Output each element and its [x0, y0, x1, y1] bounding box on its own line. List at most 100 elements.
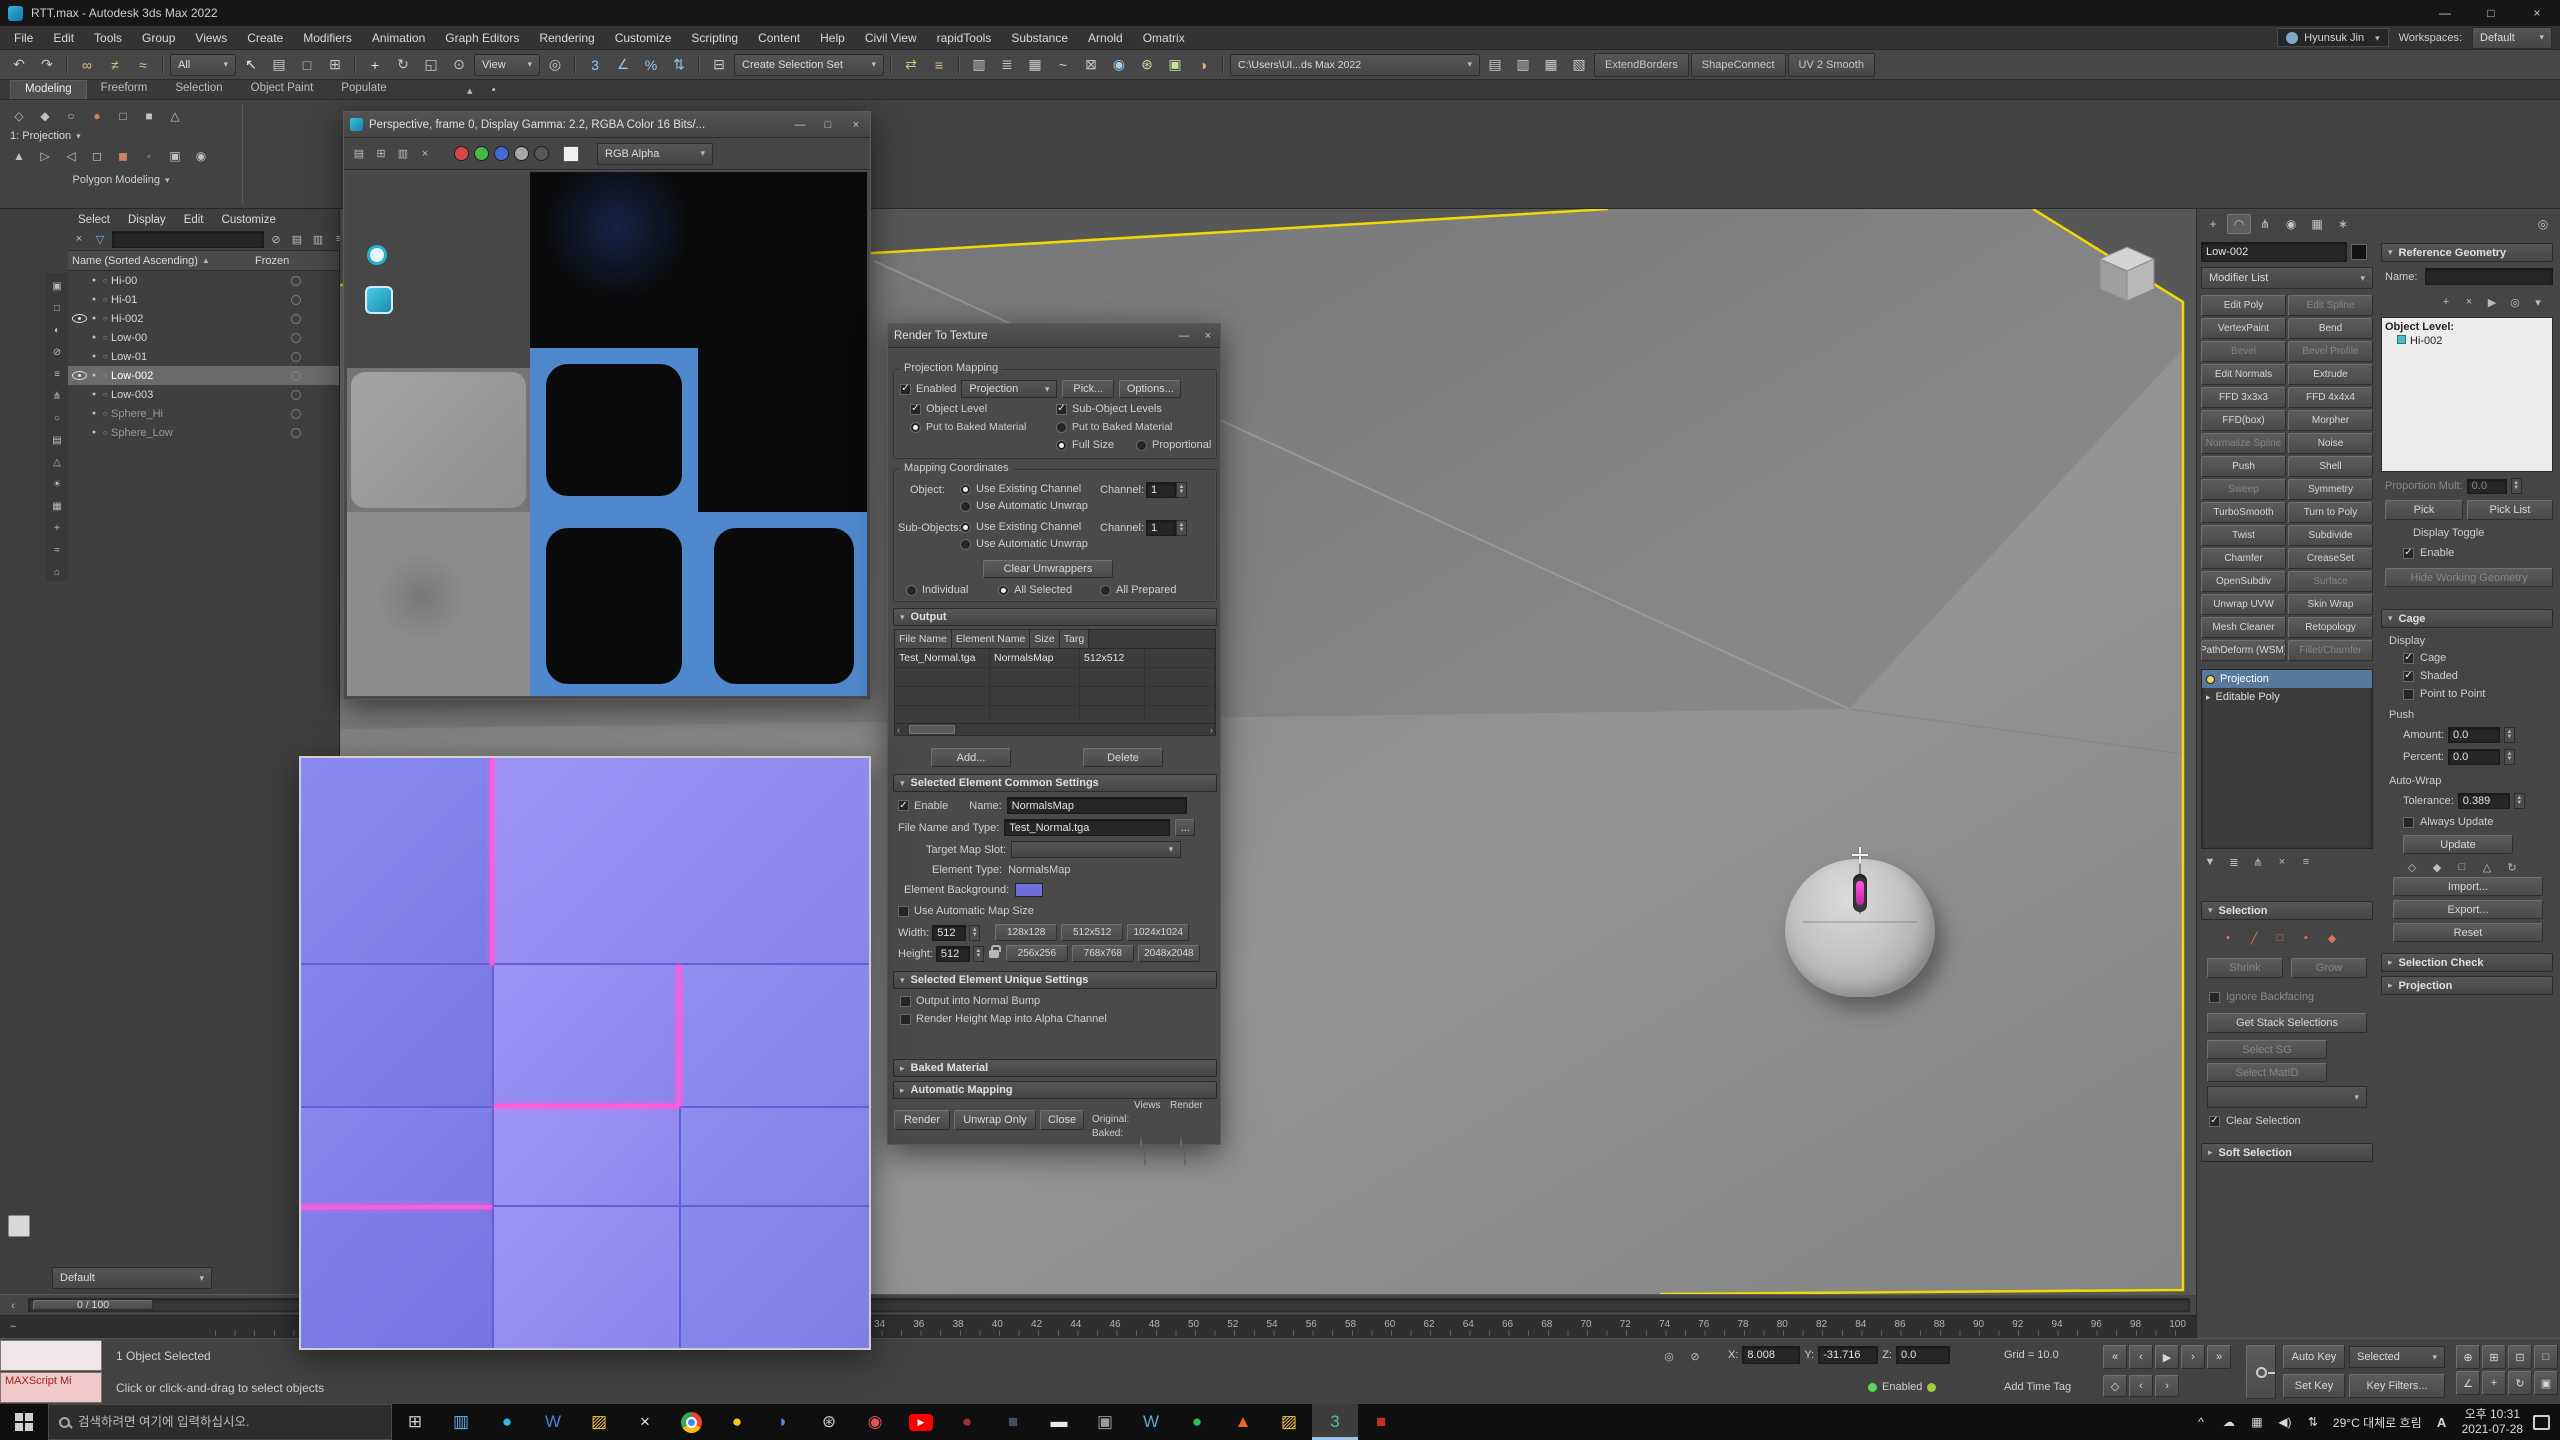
ribbon-tool-icon[interactable]: ◆: [32, 104, 58, 128]
view-mode-icon[interactable]: ▥: [309, 230, 327, 248]
minimize-button[interactable]: —: [2422, 0, 2468, 26]
go-start-button[interactable]: «: [2103, 1345, 2127, 1369]
always-update-checkbox[interactable]: [2403, 817, 2414, 828]
select-move-icon[interactable]: +: [362, 52, 388, 78]
shapeconnect-button[interactable]: ShapeConnect: [1691, 53, 1786, 77]
wordpress-app-icon[interactable]: W: [1128, 1404, 1174, 1440]
onedrive-icon[interactable]: ☁: [2219, 1415, 2239, 1429]
ribbon-tool-icon[interactable]: ◦: [136, 144, 162, 168]
row-sphere-low[interactable]: ● ○ Sphere_Low: [68, 423, 339, 442]
zoom-region-icon[interactable]: □: [2534, 1345, 2558, 1369]
tolerance-field[interactable]: [2458, 793, 2510, 809]
projection-modifier-dropdown[interactable]: Projection: [961, 380, 1057, 398]
tolerance-spinner[interactable]: [2514, 793, 2525, 809]
rtt-title-bar[interactable]: Render To Texture — ×: [888, 324, 1220, 348]
explorer-search-input[interactable]: [112, 231, 264, 248]
explorer-menu-item[interactable]: Display: [120, 212, 174, 228]
output-row[interactable]: Test_Normal.tgaNormalsMap512x512: [895, 649, 1215, 668]
sort-mode-icon[interactable]: ≡: [48, 365, 66, 383]
tab-freeform[interactable]: Freeform: [87, 80, 162, 99]
select-sg-button[interactable]: Select SG: [2207, 1040, 2327, 1059]
modifier-button[interactable]: Edit Poly: [2201, 295, 2286, 316]
youtube-app-icon[interactable]: ▶: [898, 1404, 944, 1440]
fov-icon[interactable]: ∠: [2456, 1371, 2480, 1395]
cage-vertex-icon[interactable]: ◇: [2403, 858, 2421, 876]
snaps-toggle-icon[interactable]: 3: [582, 52, 608, 78]
reference-geometry-rollout-header[interactable]: Reference Geometry: [2381, 243, 2553, 262]
zoom-all-icon[interactable]: ⊞: [2482, 1345, 2506, 1369]
mouse-object[interactable]: [1785, 859, 1935, 997]
modifier-button[interactable]: Skin Wrap: [2288, 594, 2373, 615]
angle-snap-icon[interactable]: ∠: [610, 52, 636, 78]
orbit-icon[interactable]: ↻: [2508, 1371, 2532, 1395]
size-preset-button[interactable]: 1024x1024: [1127, 924, 1189, 941]
modifier-button[interactable]: Unwrap UVW: [2201, 594, 2286, 615]
modifier-button[interactable]: Fillet/Chamfer: [2288, 640, 2373, 661]
reference-geometry-list[interactable]: Object Level: Hi-002: [2381, 317, 2553, 472]
ignore-backfacing-checkbox[interactable]: [2209, 992, 2220, 1003]
zoom-icon[interactable]: ⊕: [2456, 1345, 2480, 1369]
modifier-button[interactable]: VertexPaint: [2201, 318, 2286, 339]
size-preset-button[interactable]: 2048x2048: [1138, 945, 1200, 962]
object-color-swatch[interactable]: [2351, 244, 2367, 260]
link-icon[interactable]: ∞: [74, 52, 100, 78]
ribbon-toggle-icon[interactable]: ▦: [1022, 52, 1048, 78]
render-setup-icon[interactable]: ⊛: [1134, 52, 1160, 78]
common-settings-rollout-header[interactable]: Selected Element Common Settings: [893, 774, 1217, 792]
normal-map-window[interactable]: [299, 756, 871, 1350]
object-filter-icon[interactable]: ○: [48, 409, 66, 427]
motion-tab-icon[interactable]: ◉: [2279, 214, 2303, 234]
row-low-003[interactable]: ● ○ Low-003: [68, 385, 339, 404]
mirror-icon[interactable]: ⇄: [898, 52, 924, 78]
scroll-left-icon[interactable]: ‹: [897, 725, 900, 735]
size-preset-button[interactable]: 768x768: [1072, 945, 1134, 962]
matid-dropdown[interactable]: [2207, 1086, 2367, 1108]
menu-item[interactable]: Rendering: [529, 26, 604, 49]
project-folder-dropdown[interactable]: C:\Users\UI...ds Max 2022: [1230, 54, 1480, 76]
redo-icon[interactable]: ↷: [34, 52, 60, 78]
update-button[interactable]: Update: [2403, 835, 2513, 854]
cage-checkbox[interactable]: [2403, 653, 2414, 664]
window-crossing-icon[interactable]: ⊞: [322, 52, 348, 78]
maxscript-mini-listener[interactable]: MAXScript Mi: [0, 1372, 102, 1403]
baked-views-radio[interactable]: [1144, 1151, 1146, 1165]
cage-edge-icon[interactable]: ◆: [2428, 858, 2446, 876]
camera-filter-icon[interactable]: ▦: [48, 497, 66, 515]
custom-tool-icon-1[interactable]: ▥: [1510, 52, 1536, 78]
save-image-icon[interactable]: ▤: [350, 145, 368, 163]
rendered-frame-window[interactable]: Perspective, frame 0, Display Gamma: 2.2…: [343, 111, 871, 700]
ribbon-tool-icon[interactable]: ○: [58, 104, 84, 128]
maximize-viewport-icon[interactable]: ▣: [2534, 1371, 2558, 1395]
pick-button[interactable]: Pick: [2385, 500, 2463, 520]
green-app-icon[interactable]: ●: [1174, 1404, 1220, 1440]
modifier-button[interactable]: Shell: [2288, 456, 2373, 477]
baked-material-rollout-header[interactable]: Baked Material: [893, 1059, 1217, 1077]
taskbar-search[interactable]: [48, 1404, 392, 1440]
red-channel-icon[interactable]: [454, 146, 469, 161]
rect-selection-region-icon[interactable]: □: [294, 52, 320, 78]
ref-name-field[interactable]: [2425, 268, 2553, 285]
point-to-point-checkbox[interactable]: [2403, 689, 2414, 700]
helper-filter-icon[interactable]: +: [48, 519, 66, 537]
selected-key-dropdown[interactable]: Selected: [2349, 1346, 2445, 1368]
row-low-01[interactable]: ● ○ Low-01: [68, 347, 339, 366]
modifier-button[interactable]: Noise: [2288, 433, 2373, 454]
ime-indicator[interactable]: A: [2432, 1415, 2452, 1430]
menu-item[interactable]: File: [4, 26, 43, 49]
clone-rendering-icon[interactable]: ⊞: [372, 145, 390, 163]
create-tab-icon[interactable]: +: [2201, 214, 2225, 234]
hide-working-geometry-button[interactable]: Hide Working Geometry: [2385, 568, 2553, 587]
settings-app-icon[interactable]: ⊛: [806, 1404, 852, 1440]
ribbon-tool-icon[interactable]: ▣: [162, 144, 188, 168]
explorer-menu-item[interactable]: Customize: [214, 212, 284, 228]
rfw-title-bar[interactable]: Perspective, frame 0, Display Gamma: 2.2…: [344, 112, 870, 138]
ribbon-tool-icon[interactable]: ▷: [32, 144, 58, 168]
ribbon-config-icon[interactable]: ▪: [485, 81, 503, 99]
push-amount-field[interactable]: [2448, 727, 2500, 743]
select-placement-icon[interactable]: ⊙: [446, 52, 472, 78]
output-column-header[interactable]: Element Name: [952, 630, 1030, 648]
pin-stack-icon[interactable]: ▼: [2201, 853, 2219, 871]
modifier-button[interactable]: FFD 3x3x3: [2201, 387, 2286, 408]
soft-selection-rollout-header[interactable]: Soft Selection: [2201, 1143, 2373, 1162]
size-preset-button[interactable]: 256x256: [1006, 945, 1068, 962]
